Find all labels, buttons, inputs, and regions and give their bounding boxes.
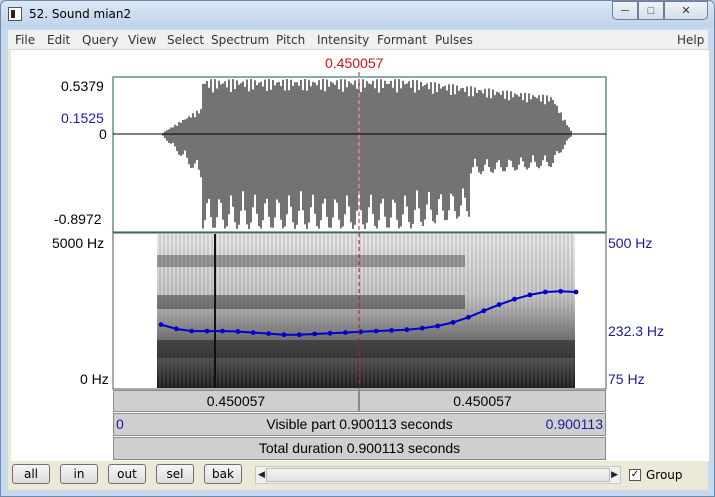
window-title: 52. Sound mian2 bbox=[29, 7, 132, 21]
editor-client-area: 0.450057 0.5379 0.1525 0 -0.8972 5000 Hz… bbox=[8, 50, 709, 490]
maximize-button[interactable]: □ bbox=[638, 1, 664, 20]
pitch-point bbox=[235, 329, 241, 334]
title-bar[interactable]: 52. Sound mian2 ─ □ ✕ bbox=[1, 1, 714, 27]
pitch-point bbox=[435, 323, 441, 329]
visible-end-label: 0.900113 bbox=[545, 416, 603, 432]
menu-pitch[interactable]: Pitch bbox=[276, 33, 305, 47]
time-bar-right-label: 0.450057 bbox=[453, 393, 512, 409]
minimize-icon: ─ bbox=[621, 4, 629, 17]
menu-spectrum[interactable]: Spectrum bbox=[211, 33, 269, 47]
sound-editor-window: 52. Sound mian2 ─ □ ✕ File Edit Query Vi… bbox=[0, 0, 715, 497]
maximize-icon: □ bbox=[647, 4, 655, 17]
time-bar-left-label: 0.450057 bbox=[206, 393, 266, 409]
formant-band-high bbox=[157, 255, 465, 267]
menu-file[interactable]: File bbox=[15, 33, 35, 47]
formant-band-low bbox=[157, 340, 575, 358]
checkmark-icon: ✓ bbox=[630, 469, 640, 480]
pitch-point bbox=[220, 328, 225, 334]
pitch-point bbox=[373, 328, 379, 334]
close-icon: ✕ bbox=[681, 5, 691, 17]
scroll-left-icon[interactable]: ◀ bbox=[258, 469, 265, 480]
menu-bar: File Edit Query View Select Spectrum Pit… bbox=[8, 30, 708, 50]
pitch-point bbox=[204, 328, 210, 334]
freq-min-label: 0 Hz bbox=[80, 371, 109, 387]
pitch-point bbox=[404, 327, 410, 333]
pitch-point bbox=[343, 330, 348, 335]
pitch-point bbox=[573, 289, 579, 295]
menu-help[interactable]: Help bbox=[677, 33, 704, 47]
pitch-point bbox=[312, 331, 318, 337]
bottom-controls: all in out sel bak ◀ ▶ ✓ Group bbox=[8, 461, 708, 490]
in-button[interactable]: in bbox=[60, 464, 98, 484]
sel-button[interactable]: sel bbox=[156, 464, 194, 484]
wave-ymin-label: -0.8972 bbox=[54, 211, 102, 227]
pitch-point bbox=[496, 302, 502, 308]
all-button[interactable]: all bbox=[12, 464, 50, 484]
pitch-point bbox=[558, 288, 563, 294]
freq-max-label: 5000 Hz bbox=[52, 235, 105, 251]
menu-pulses[interactable]: Pulses bbox=[435, 33, 473, 47]
pitch-point bbox=[481, 308, 487, 314]
pitch-point bbox=[281, 332, 287, 338]
pitch-point bbox=[158, 322, 164, 327]
menu-intensity[interactable]: Intensity bbox=[317, 33, 369, 47]
time-bar-right[interactable]: 0.450057 bbox=[359, 390, 606, 412]
scrollbar-thumb[interactable] bbox=[266, 468, 610, 482]
out-button[interactable]: out bbox=[108, 464, 146, 484]
close-button[interactable]: ✕ bbox=[664, 1, 708, 20]
pitch-value-label: 232.3 Hz bbox=[608, 323, 665, 339]
pitch-point bbox=[542, 289, 548, 295]
pitch-top-label: 500 Hz bbox=[608, 235, 653, 251]
pitch-bottom-label: 75 Hz bbox=[608, 371, 645, 387]
cursor-time-label: 0.450057 bbox=[325, 55, 384, 71]
horizontal-scrollbar[interactable]: ◀ ▶ bbox=[255, 466, 621, 484]
formant-band-mid bbox=[157, 295, 465, 309]
pitch-point bbox=[327, 330, 333, 336]
total-duration-bar[interactable]: Total duration 0.900113 seconds bbox=[113, 437, 606, 460]
time-bar-left[interactable]: 0.450057 bbox=[113, 390, 359, 412]
pitch-point bbox=[174, 326, 179, 332]
pitch-point bbox=[389, 328, 394, 333]
wave-ymax-label: 0.5379 bbox=[61, 78, 104, 94]
pitch-point bbox=[250, 330, 256, 335]
drawing-area[interactable]: 0.450057 0.5379 0.1525 0 -0.8972 5000 Hz… bbox=[11, 50, 709, 461]
pitch-point bbox=[419, 325, 425, 331]
pitch-point bbox=[450, 320, 456, 325]
minimize-button[interactable]: ─ bbox=[612, 1, 638, 20]
pitch-point bbox=[527, 292, 533, 298]
bak-button[interactable]: bak bbox=[204, 464, 242, 484]
total-duration-label: Total duration 0.900113 seconds bbox=[258, 440, 461, 456]
visible-part-bar[interactable]: 0 Visible part 0.900113 seconds 0.900113 bbox=[113, 413, 606, 436]
visible-part-label: Visible part 0.900113 seconds bbox=[266, 416, 453, 432]
group-label: Group bbox=[646, 468, 683, 482]
menu-select[interactable]: Select bbox=[167, 33, 204, 47]
app-icon bbox=[8, 7, 22, 21]
pitch-point bbox=[189, 328, 195, 334]
pitch-point bbox=[266, 331, 271, 336]
pitch-point bbox=[466, 314, 471, 320]
menu-formant[interactable]: Formant bbox=[377, 33, 427, 47]
group-checkbox[interactable]: ✓ bbox=[629, 469, 641, 481]
menu-view[interactable]: View bbox=[128, 33, 156, 47]
menu-edit[interactable]: Edit bbox=[47, 33, 70, 47]
wave-zero-label: 0 bbox=[99, 126, 107, 142]
pitch-point bbox=[296, 332, 302, 338]
window-controls: ─ □ ✕ bbox=[612, 1, 708, 20]
scroll-right-icon[interactable]: ▶ bbox=[611, 469, 618, 480]
wave-cursor-value-label: 0.1525 bbox=[61, 110, 104, 126]
pitch-point bbox=[512, 296, 517, 302]
menu-query[interactable]: Query bbox=[82, 33, 118, 47]
